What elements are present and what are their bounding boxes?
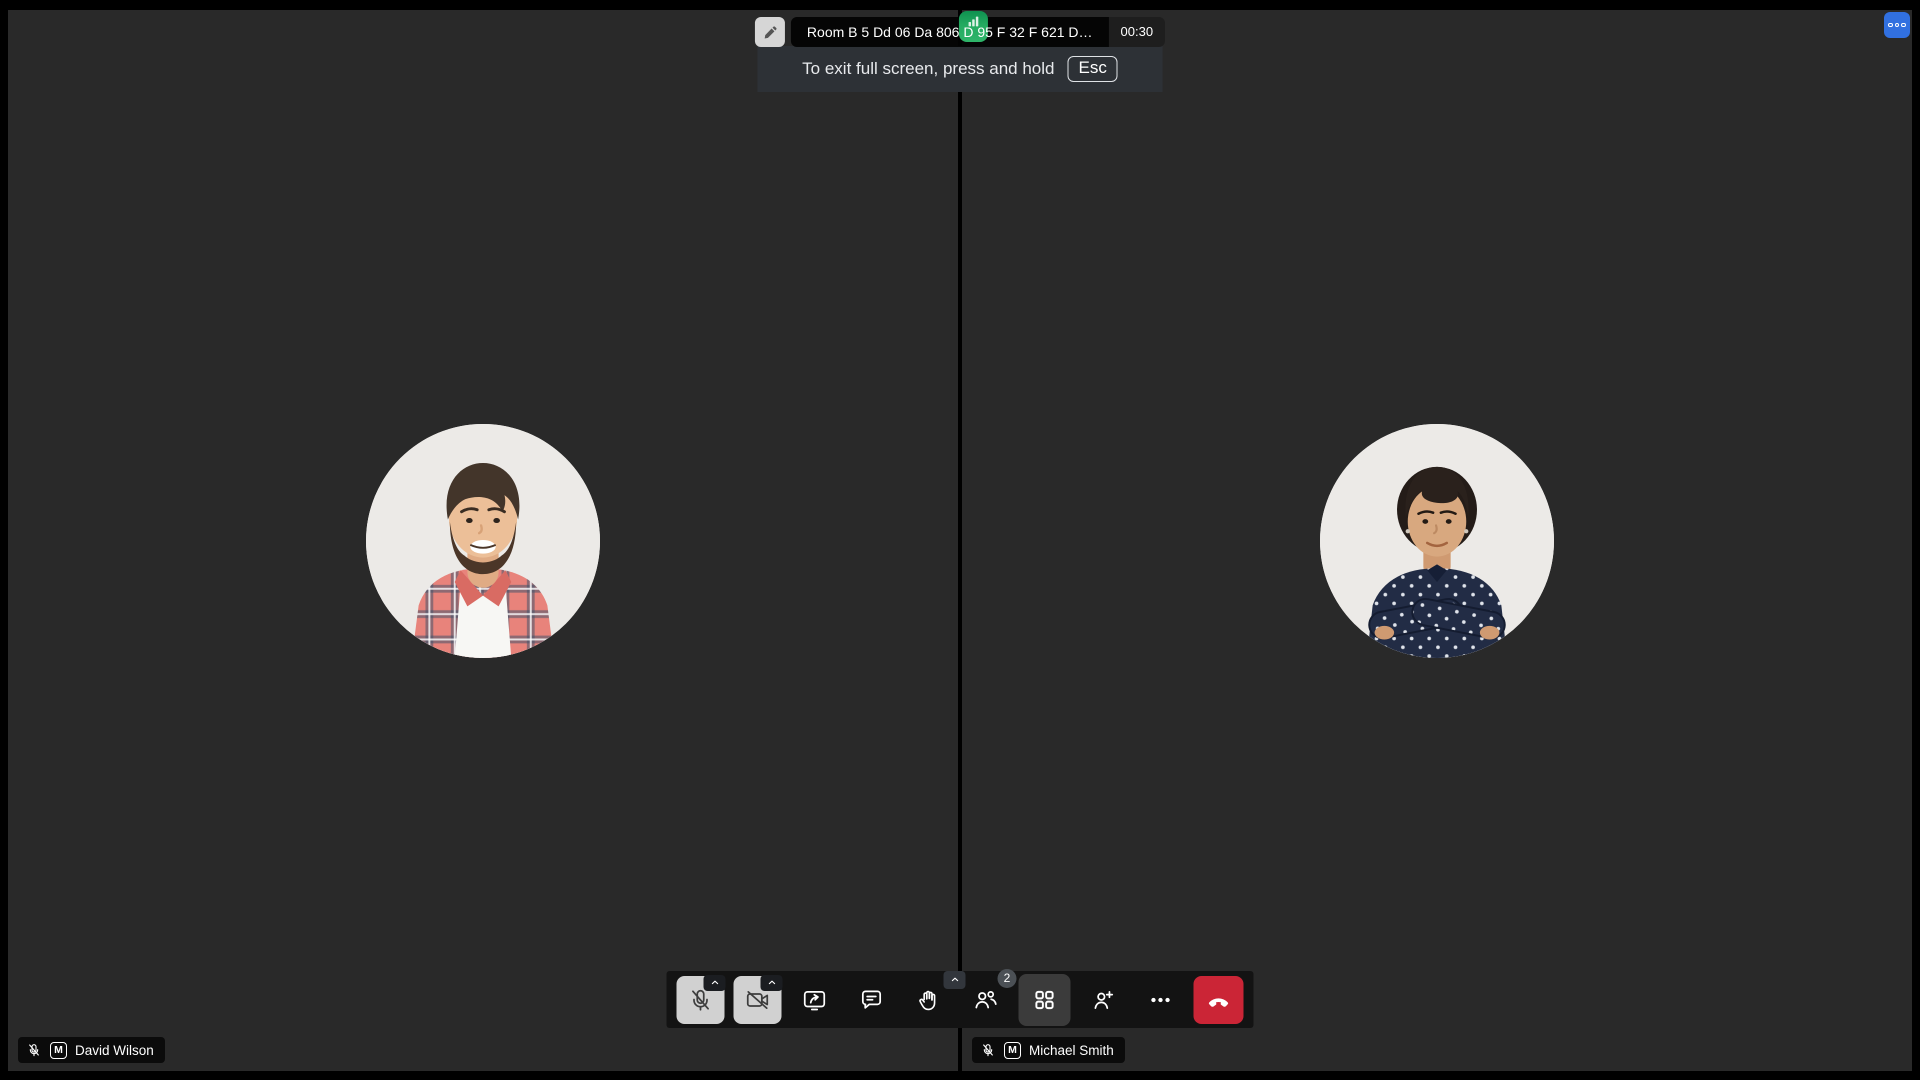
microphone-button[interactable]: [677, 976, 725, 1024]
subject-bar: Room B 5 Dd 06 Da 806 D 95 F 32 F 621 D……: [755, 17, 1165, 47]
name-label-michael-smith: M Michael Smith: [972, 1037, 1125, 1063]
raise-hand-button[interactable]: [905, 976, 953, 1024]
participant-name: David Wilson: [75, 1043, 154, 1058]
esc-keycap: Esc: [1067, 56, 1117, 82]
hangup-button[interactable]: [1194, 976, 1244, 1024]
chevron-up-icon: [766, 978, 777, 987]
mic-muted-icon: [980, 1042, 996, 1058]
overflow-indicator-button[interactable]: [1884, 12, 1910, 38]
chevron-up-icon: [709, 978, 720, 987]
room-name: Room B 5 Dd 06 Da 806 D 95 F 32 F 621 D…: [791, 17, 1109, 47]
video-tile-david-wilson[interactable]: M David Wilson: [8, 10, 958, 1071]
moderator-badge: M: [50, 1042, 67, 1059]
avatar-david-wilson: [366, 424, 600, 658]
fullscreen-exit-notice: To exit full screen, press and hold Esc: [758, 46, 1163, 92]
tile-view-button[interactable]: [1019, 974, 1071, 1026]
raise-hand-menu-arrow[interactable]: [944, 971, 966, 989]
audio-settings-arrow[interactable]: [704, 975, 726, 991]
chat-button[interactable]: [848, 976, 896, 1024]
mic-muted-icon: [26, 1042, 42, 1058]
chevron-up-icon: [949, 975, 960, 984]
invite-button[interactable]: [1080, 976, 1128, 1024]
raise-hand-icon: [916, 987, 942, 1013]
tile-view-icon: [1032, 987, 1058, 1013]
participants-count-badge: 2: [998, 969, 1017, 988]
avatar-michael-smith: [1320, 424, 1554, 658]
hangup-phone-icon: [1206, 987, 1232, 1013]
participants-icon: [973, 987, 999, 1013]
dot-icon: [1901, 23, 1906, 28]
more-options-button[interactable]: [1137, 976, 1185, 1024]
moderator-badge: M: [1004, 1042, 1021, 1059]
fullscreen-exit-message: To exit full screen, press and hold: [802, 59, 1054, 79]
edit-subject-button[interactable]: [755, 17, 785, 47]
toolbar: 2: [667, 971, 1254, 1028]
dot-icon: [1888, 23, 1893, 28]
video-settings-arrow[interactable]: [761, 975, 783, 991]
screen-share-icon: [802, 987, 828, 1013]
subject-pill: Room B 5 Dd 06 Da 806 D 95 F 32 F 621 D……: [791, 17, 1165, 47]
pencil-icon: [762, 25, 777, 40]
meeting-timer: 00:30: [1109, 17, 1166, 47]
video-tile-michael-smith[interactable]: M Michael Smith: [962, 10, 1912, 1071]
name-label-david-wilson: M David Wilson: [18, 1037, 165, 1063]
invite-person-icon: [1091, 987, 1117, 1013]
participant-name: Michael Smith: [1029, 1043, 1114, 1058]
conference-stage: M David Wilson: [8, 10, 1912, 1071]
chat-icon: [859, 987, 885, 1013]
camera-button[interactable]: [734, 976, 782, 1024]
dot-icon: [1895, 23, 1900, 28]
participants-button[interactable]: 2: [962, 976, 1010, 1024]
screenshare-button[interactable]: [791, 976, 839, 1024]
more-dots-icon: [1148, 987, 1174, 1013]
